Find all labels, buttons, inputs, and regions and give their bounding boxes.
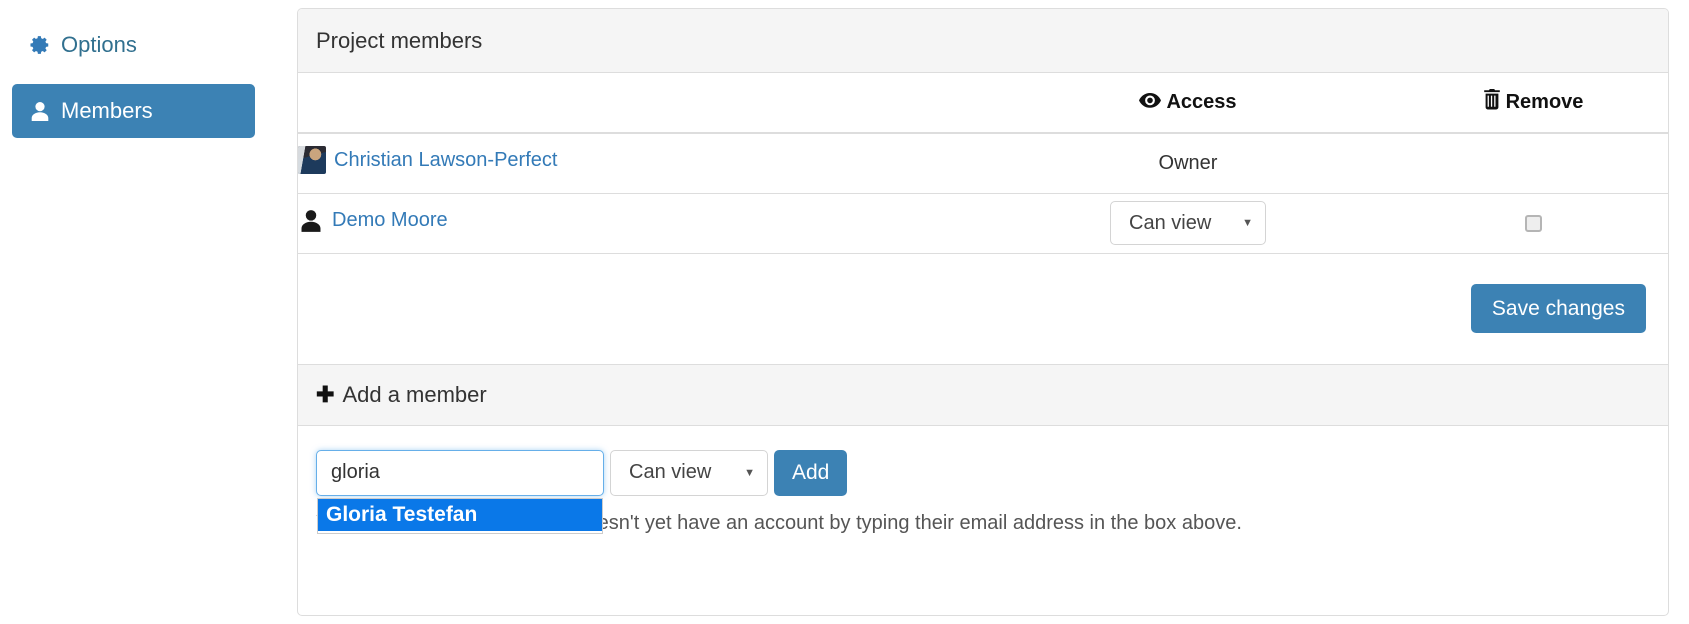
add-member-button[interactable]: Add [774,449,848,496]
add-member-heading-label: Add a member [342,381,487,407]
members-table-body: Christian Lawson-Perfect Owner Demo Moor… [298,133,1668,254]
eye-icon [1139,91,1162,114]
user-avatar-icon [298,207,324,233]
add-member-heading: ✚ Add a member [298,363,1668,426]
column-header-name [298,73,978,134]
autocomplete-option[interactable]: Gloria Testefan [318,498,602,531]
add-member-body: Gloria Testefan Can view ▼ Add You can i… [298,426,1668,535]
save-changes-button[interactable]: Save changes [1470,283,1646,334]
access-owner-text: Owner [1158,151,1218,174]
table-row: Demo Moore Can view ▼ [298,193,1668,254]
access-level-value: Can view [1129,211,1212,234]
chevron-down-icon: ▼ [1242,217,1253,229]
member-name-label: Christian Lawson-Perfect [334,148,558,171]
members-table: Access Remove Christian Lawson-Perfect O… [298,73,1668,254]
project-members-panel: Project members Access Remove Christian … [297,8,1669,616]
member-name-cell: Christian Lawson-Perfect [298,133,978,194]
member-access-cell: Owner [978,133,1398,194]
sidebar-item-options[interactable]: Options [12,18,255,72]
add-member-controls: Gloria Testefan Can view ▼ Add [316,449,1650,534]
save-row: Save changes [298,254,1668,364]
column-header-remove-label: Remove [1505,91,1584,113]
member-search-wrap: Gloria Testefan [316,449,604,534]
member-remove-cell [1398,133,1668,194]
sidebar-item-label-options: Options [61,32,137,57]
page-root: Options Members Project members Access R… [0,0,1689,624]
member-name-cell: Demo Moore [298,193,978,254]
sidebar-item-members[interactable]: Members [12,84,255,138]
access-level-select[interactable]: Can view ▼ [1110,201,1266,245]
page-title: Project members [316,27,483,53]
autocomplete-dropdown: Gloria Testefan [317,497,603,534]
column-header-access: Access [978,73,1398,134]
table-header-row: Access Remove [298,73,1668,134]
sidebar: Options Members [0,0,275,150]
member-link-owner[interactable]: Christian Lawson-Perfect [298,146,558,175]
member-remove-cell [1398,193,1668,254]
panel-heading: Project members [298,9,1668,73]
new-member-access-value: Can view [629,461,712,483]
members-table-head: Access Remove [298,73,1668,134]
column-header-access-label: Access [1166,91,1237,113]
plus-icon: ✚ [316,381,335,407]
member-link-demo-moore[interactable]: Demo Moore [298,207,448,233]
member-access-cell: Can view ▼ [978,193,1398,254]
sidebar-item-label-members: Members [61,98,153,123]
member-search-input[interactable] [316,449,604,496]
table-row: Christian Lawson-Perfect Owner [298,133,1668,194]
new-member-access-select[interactable]: Can view ▼ [610,449,768,496]
column-header-remove: Remove [1398,73,1668,134]
gear-icon [28,33,52,57]
user-icon [28,99,52,123]
trash-icon [1483,89,1501,116]
avatar [298,146,326,175]
member-name-label: Demo Moore [332,208,448,231]
chevron-down-icon: ▼ [744,466,755,479]
remove-member-checkbox[interactable] [1524,214,1542,232]
